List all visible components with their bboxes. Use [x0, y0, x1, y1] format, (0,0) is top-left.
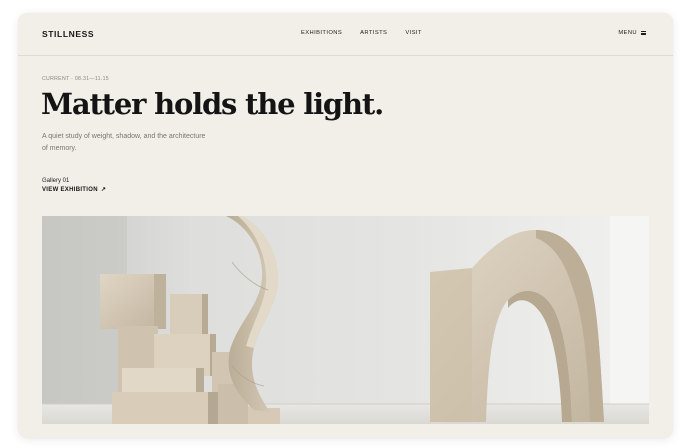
- menu-button[interactable]: MENU: [618, 30, 646, 36]
- arrow-up-right-icon: ↗: [100, 187, 107, 193]
- view-exhibition-label: VIEW EXHIBITION: [42, 186, 98, 193]
- gallery-label: Gallery 01: [42, 178, 70, 184]
- view-exhibition-link[interactable]: VIEW EXHIBITION ↗: [42, 186, 107, 194]
- site-header: STILLNESS EXHIBITIONS ARTISTS VISIT MENU: [18, 13, 673, 56]
- nav-exhibitions[interactable]: EXHIBITIONS: [301, 30, 342, 36]
- hero-image: [42, 216, 649, 424]
- page-title: Matter holds the light.: [41, 87, 384, 121]
- main-nav: EXHIBITIONS ARTISTS VISIT: [301, 30, 422, 36]
- sculpture-photo: [42, 216, 649, 424]
- hamburger-icon: [641, 31, 646, 35]
- menu-label: MENU: [618, 30, 637, 36]
- brand-logo[interactable]: STILLNESS: [42, 29, 94, 39]
- nav-visit[interactable]: VISIT: [405, 30, 422, 36]
- nav-artists[interactable]: ARTISTS: [360, 30, 387, 36]
- page-card: STILLNESS EXHIBITIONS ARTISTS VISIT MENU…: [18, 13, 673, 438]
- exhibition-description: A quiet study of weight, shadow, and the…: [42, 133, 206, 152]
- current-dates: CURRENT · 08.31—11.15: [42, 76, 109, 82]
